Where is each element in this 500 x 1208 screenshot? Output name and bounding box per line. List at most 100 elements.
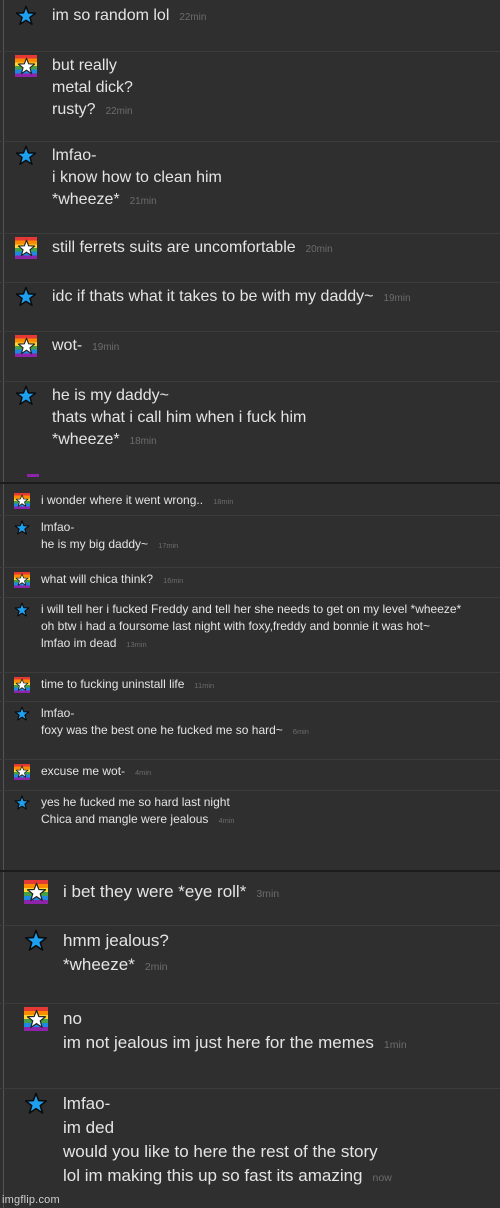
- message-separator: [0, 331, 500, 332]
- message-separator: [0, 790, 500, 791]
- message-text: yes he fucked me so hard last night Chica…: [41, 794, 235, 829]
- message-line-text: lmfao-: [63, 1094, 111, 1113]
- message-separator: [0, 597, 500, 598]
- message-line-text: rusty?: [52, 101, 96, 118]
- message-timestamp: 4min: [218, 816, 235, 825]
- blue-star-icon[interactable]: [24, 1092, 48, 1116]
- message-separator: [0, 141, 500, 142]
- message-line: lmfao-: [63, 1092, 392, 1116]
- message-line-text: he is my big daddy~: [41, 537, 149, 551]
- rainbow-star-icon[interactable]: [24, 1007, 48, 1031]
- next-avatar-stub: [27, 474, 39, 477]
- message-separator: [0, 51, 500, 52]
- message-timestamp: 21min: [129, 196, 157, 207]
- blue-star-icon[interactable]: [24, 929, 48, 953]
- message-separator: [0, 1003, 500, 1004]
- blue-star-icon[interactable]: [14, 706, 30, 722]
- message-line-text: i will tell her i fucked Freddy and tell…: [41, 602, 462, 616]
- blue-star-icon[interactable]: [14, 520, 30, 536]
- message-line: im so random lol 22min: [52, 5, 206, 29]
- message-line-text: no: [63, 1009, 82, 1028]
- message-rail: [3, 872, 4, 1208]
- message-timestamp: 1min: [383, 1039, 407, 1051]
- message-text: lmfao-foxy was the best one he fucked me…: [41, 705, 309, 740]
- message-separator: [0, 1088, 500, 1089]
- rainbow-star-icon[interactable]: [15, 335, 37, 357]
- message-timestamp: 6min: [292, 727, 309, 736]
- rainbow-star-icon[interactable]: [15, 55, 37, 77]
- message-line: yes he fucked me so hard last night: [41, 794, 235, 811]
- message-line-text: excuse me wot-: [41, 764, 126, 778]
- message-line-text: what will chica think?: [41, 572, 154, 586]
- message-separator: [0, 759, 500, 760]
- message-line: i know how to clean him: [52, 167, 222, 189]
- message-timestamp: 18min: [213, 497, 234, 506]
- message-line-text: *wheeze*: [63, 955, 135, 974]
- message-text: lmfao-im ded would you like to here the r…: [63, 1092, 392, 1190]
- chat-panel-2: i wonder where it went wrong.. 18min lmfao…: [0, 484, 500, 870]
- rainbow-star-icon[interactable]: [14, 493, 30, 509]
- message-line: foxy was the best one he fucked me so ha…: [41, 722, 309, 740]
- message-timestamp: 16min: [163, 576, 184, 585]
- message-timestamp: 2min: [144, 961, 168, 973]
- message-line: wot- 19min: [52, 335, 119, 359]
- message-line: oh btw i had a foursome last night with …: [41, 618, 461, 635]
- message-line-text: time to fucking uninstall life: [41, 677, 185, 691]
- blue-star-icon[interactable]: [15, 145, 37, 167]
- message-timestamp: 22min: [179, 12, 207, 23]
- watermark: imgflip.com: [2, 1194, 60, 1206]
- message-separator: [0, 672, 500, 673]
- message-timestamp: 11min: [194, 681, 215, 690]
- message-text: he is my daddy~ thats what i call him whe…: [52, 385, 306, 453]
- message-line-text: yes he fucked me so hard last night: [41, 795, 230, 809]
- message-line-text: im so random lol: [52, 7, 170, 24]
- message-timestamp: now: [372, 1172, 392, 1184]
- rainbow-star-icon[interactable]: [14, 572, 30, 588]
- message-line-text: metal dick?: [52, 79, 133, 96]
- message-line-text: lmfao im dead: [41, 636, 117, 650]
- message-line-text: idc if thats what it takes to be with my…: [52, 288, 374, 305]
- message-line-text: foxy was the best one he fucked me so ha…: [41, 723, 283, 737]
- message-line-text: im ded: [63, 1118, 115, 1137]
- message-line-text: wot-: [52, 337, 83, 354]
- blue-star-icon[interactable]: [14, 795, 30, 811]
- message-line-text: lmfao-: [41, 706, 75, 720]
- message-text: time to fucking uninstall life 11min: [41, 676, 214, 694]
- message-timestamp: 13min: [126, 640, 147, 649]
- message-line-text: i bet they were *eye roll*: [63, 882, 247, 901]
- message-timestamp: 22min: [105, 106, 133, 117]
- blue-star-icon[interactable]: [14, 602, 30, 618]
- message-line-text: lmfao-: [52, 147, 97, 164]
- message-text: lmfao-i know how to clean him *wheeze* 21m…: [52, 145, 222, 213]
- message-line: he is my daddy~: [52, 385, 306, 407]
- message-line: *wheeze* 18min: [52, 429, 306, 453]
- message-line: idc if thats what it takes to be with my…: [52, 286, 410, 310]
- blue-star-icon[interactable]: [15, 286, 37, 308]
- message-text: im so random lol 22min: [52, 5, 206, 29]
- message-text: what will chica think? 16min: [41, 571, 183, 589]
- message-line-text: lmfao-: [41, 520, 75, 534]
- message-line: time to fucking uninstall life 11min: [41, 676, 214, 694]
- message-timestamp: 19min: [92, 342, 120, 353]
- message-line: im ded: [63, 1116, 392, 1140]
- message-line-text: thats what i call him when i fuck him: [52, 409, 307, 426]
- message-line-text: he is my daddy~: [52, 387, 169, 404]
- rainbow-star-icon[interactable]: [24, 880, 48, 904]
- message-line: thats what i call him when i fuck him: [52, 407, 306, 429]
- message-separator: [0, 925, 500, 926]
- blue-star-icon[interactable]: [15, 385, 37, 407]
- message-line-text: would you like to here the rest of the s…: [63, 1142, 378, 1161]
- message-line-text: hmm jealous?: [63, 931, 169, 950]
- blue-star-icon[interactable]: [15, 5, 37, 27]
- rainbow-star-icon[interactable]: [15, 237, 37, 259]
- message-text: lmfao-he is my big daddy~ 17min: [41, 519, 178, 554]
- rainbow-star-icon[interactable]: [14, 677, 30, 693]
- message-text: excuse me wot- 4min: [41, 763, 151, 781]
- message-text: still ferrets suits are uncomfortable 20m…: [52, 237, 333, 261]
- rainbow-star-icon[interactable]: [14, 764, 30, 780]
- message-separator: [0, 282, 500, 283]
- message-line: metal dick?: [52, 77, 133, 99]
- message-separator: [0, 567, 500, 568]
- message-line-text: i know how to clean him: [52, 169, 222, 186]
- message-separator: [0, 381, 500, 382]
